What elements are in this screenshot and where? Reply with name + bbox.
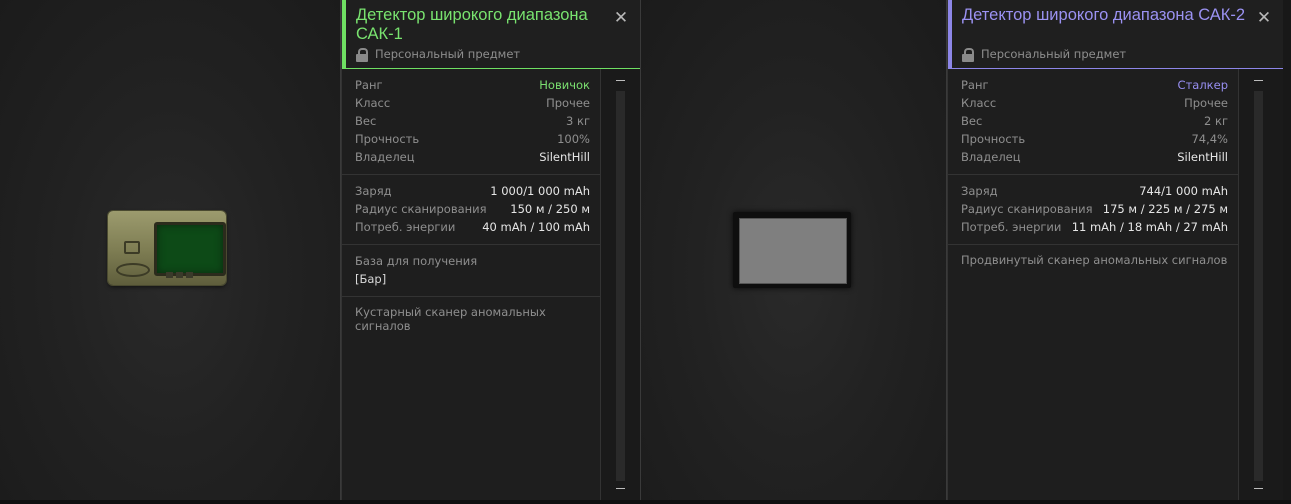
personal-item-label: Персональный предмет	[962, 47, 1127, 62]
background-edge	[1283, 0, 1291, 504]
item-description: Продвинутый сканер аномальных сигналов	[961, 253, 1228, 267]
owner-value: SilentHill	[1177, 150, 1228, 164]
stat-value: 100%	[557, 132, 590, 146]
stat-value: 40 mAh / 100 mAh	[482, 220, 590, 234]
stat-row-class: Класс Прочее	[961, 94, 1228, 112]
owner-value: SilentHill	[539, 150, 590, 164]
stat-label: Вес	[355, 114, 377, 128]
rank-accent-bar	[948, 0, 952, 68]
close-icon[interactable]: ✕	[1255, 9, 1273, 27]
placeholder-image	[739, 218, 847, 284]
stat-row-durability: Прочность 74,4%	[961, 130, 1228, 148]
item-tooltip-sak2: Детектор широкого диапазона САК-2 ✕ Перс…	[947, 0, 1283, 500]
tooltip-header: Детектор широкого диапазона САК-2 ✕ Перс…	[948, 0, 1283, 69]
stat-row-energy: Потреб. энергии 40 mAh / 100 mAh	[355, 218, 590, 236]
scroll-bottom-mark	[616, 488, 625, 489]
stat-value: 3 кг	[566, 114, 590, 128]
scroll-bottom-mark	[1254, 488, 1263, 489]
basic-stats-section: Ранг Новичок Класс Прочее Вес 3 кг Прочн…	[342, 69, 600, 175]
obtain-value: [Бар]	[355, 272, 387, 286]
scroll-top-mark	[616, 80, 625, 81]
scroll-top-mark	[1254, 80, 1263, 81]
stat-row-scan-radius: Радиус сканирования 175 м / 225 м / 275 …	[961, 200, 1228, 218]
stat-label: Заряд	[961, 184, 998, 198]
stat-value: Прочее	[546, 96, 590, 110]
stat-row-energy: Потреб. энергии 11 mAh / 18 mAh / 27 mAh	[961, 218, 1228, 236]
stat-label: Заряд	[355, 184, 392, 198]
tooltip-body: Ранг Новичок Класс Прочее Вес 3 кг Прочн…	[342, 69, 601, 500]
personal-text: Персональный предмет	[981, 47, 1127, 61]
stat-row-rank: Ранг Сталкер	[961, 76, 1228, 94]
scrollbar[interactable]	[1239, 69, 1283, 500]
stat-label: Радиус сканирования	[355, 202, 487, 216]
stat-label: Класс	[355, 96, 391, 110]
tooltip-body: Ранг Сталкер Класс Прочее Вес 2 кг Прочн…	[948, 69, 1239, 500]
obtain-label: База для получения	[355, 254, 478, 268]
stat-row-owner: Владелец SilentHill	[961, 148, 1228, 166]
stat-label: Ранг	[961, 78, 989, 92]
stat-row-weight: Вес 2 кг	[961, 112, 1228, 130]
lock-icon	[962, 47, 974, 62]
stat-label: Класс	[961, 96, 997, 110]
basic-stats-section: Ранг Сталкер Класс Прочее Вес 2 кг Прочн…	[948, 69, 1238, 175]
detector-knob	[124, 241, 140, 254]
stat-value: 74,4%	[1191, 132, 1228, 146]
item-description: Кустарный сканер аномальных сигналов	[355, 305, 546, 333]
stat-row-scan-radius: Радиус сканирования 150 м / 250 м	[355, 200, 590, 218]
item-title: Детектор широкого диапазона САК-2	[962, 6, 1246, 24]
stat-label: Прочность	[355, 132, 420, 146]
scroll-thumb[interactable]	[1254, 91, 1263, 481]
detector-oval	[116, 263, 150, 277]
detector-sak2-placeholder-icon	[733, 212, 851, 288]
personal-text: Персональный предмет	[375, 47, 521, 61]
personal-item-label: Персональный предмет	[356, 47, 521, 62]
stat-row-charge: Заряд 1 000/1 000 mAh	[355, 182, 590, 200]
stat-label: Владелец	[961, 150, 1021, 164]
item-tooltip-sak1: Детектор широкого диапазона САК-1 ✕ Перс…	[341, 0, 640, 500]
detector-stats-section: Заряд 744/1 000 mAh Радиус сканирования …	[948, 175, 1238, 245]
stat-label: Вес	[961, 114, 983, 128]
item-preview-sak1	[0, 0, 340, 500]
close-icon[interactable]: ✕	[612, 9, 630, 27]
stat-value: 2 кг	[1204, 114, 1228, 128]
stat-value: Прочее	[1184, 96, 1228, 110]
stat-row-class: Класс Прочее	[355, 94, 590, 112]
detector-sak1-icon	[108, 211, 226, 285]
tooltip-header: Детектор широкого диапазона САК-1 ✕ Перс…	[342, 0, 640, 69]
rank-value: Сталкер	[1177, 78, 1228, 92]
lock-icon	[356, 47, 368, 62]
obtain-section: База для получения [Бар]	[342, 245, 600, 297]
stat-label: Ранг	[355, 78, 383, 92]
detector-stats-section: Заряд 1 000/1 000 mAh Радиус сканировани…	[342, 175, 600, 245]
stat-row-weight: Вес 3 кг	[355, 112, 590, 130]
stat-label: Потреб. энергии	[961, 220, 1062, 234]
item-title: Детектор широкого диапазона САК-1	[356, 6, 588, 43]
stat-label: Прочность	[961, 132, 1026, 146]
stat-value: 11 mAh / 18 mAh / 27 mAh	[1071, 220, 1228, 234]
scrollbar[interactable]	[601, 69, 640, 500]
rank-accent-bar	[342, 0, 346, 68]
stat-row-rank: Ранг Новичок	[355, 76, 590, 94]
stat-row-owner: Владелец SilentHill	[355, 148, 590, 166]
rank-value: Новичок	[539, 78, 590, 92]
stat-row-charge: Заряд 744/1 000 mAh	[961, 182, 1228, 200]
stat-value: 150 м / 250 м	[510, 202, 590, 216]
stat-label: Радиус сканирования	[961, 202, 1093, 216]
detector-button	[166, 272, 173, 278]
detector-button	[176, 272, 183, 278]
stat-value: 1 000/1 000 mAh	[490, 184, 590, 198]
stat-row-durability: Прочность 100%	[355, 130, 590, 148]
detector-screen	[154, 222, 226, 276]
scroll-thumb[interactable]	[616, 91, 625, 481]
detector-button	[186, 272, 193, 278]
stat-value: 175 м / 225 м / 275 м	[1102, 202, 1228, 216]
stat-label: Владелец	[355, 150, 415, 164]
stat-value: 744/1 000 mAh	[1139, 184, 1228, 198]
stat-label: Потреб. энергии	[355, 220, 456, 234]
bottom-strip	[0, 500, 1291, 504]
